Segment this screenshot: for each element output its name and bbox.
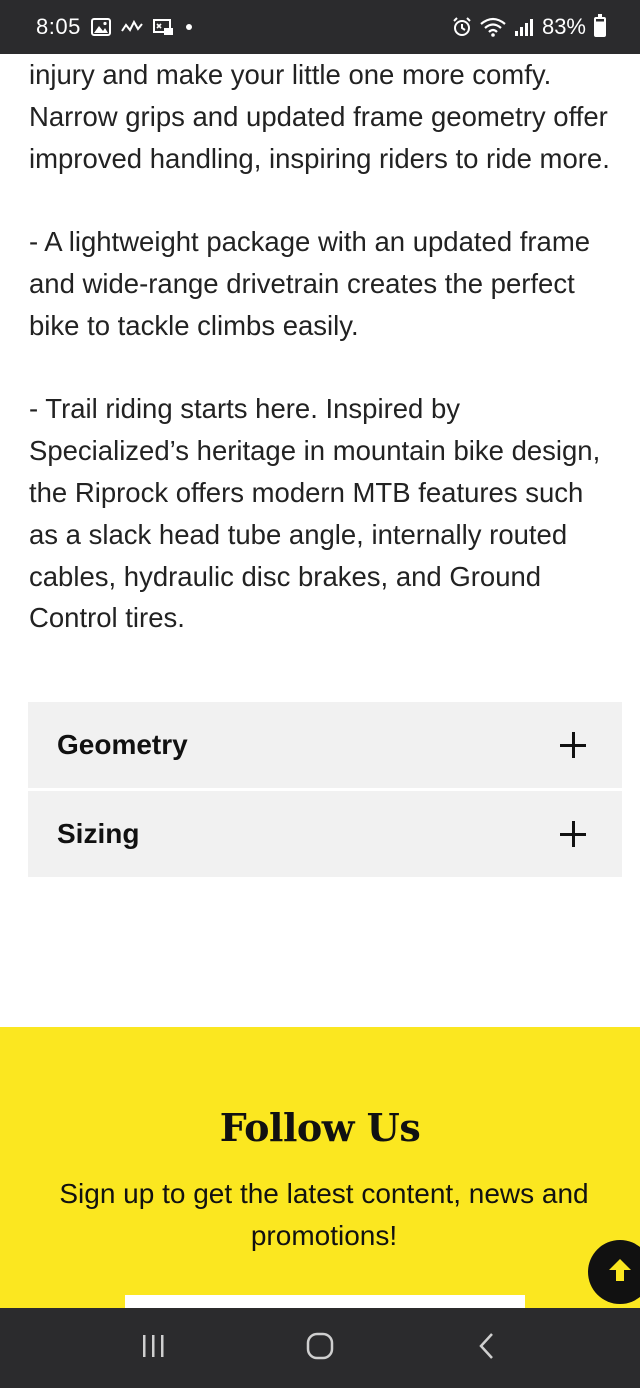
accordion-label: Sizing: [57, 818, 140, 849]
status-time: 8:05: [36, 14, 81, 39]
back-icon: [477, 1332, 497, 1365]
follow-title: Follow Us: [219, 1105, 421, 1150]
geometry-accordion[interactable]: Geometry: [28, 702, 622, 788]
plus-icon[interactable]: [560, 732, 586, 758]
sizing-accordion[interactable]: Sizing: [28, 791, 622, 877]
status-left: 8:05: [36, 14, 193, 40]
wifi-icon: [480, 16, 506, 38]
image-icon: [90, 16, 111, 38]
status-right: 83%: [452, 14, 606, 40]
description-paragraph: - Trail riding starts here. Inspired by …: [29, 393, 601, 634]
status-bar: 8:05 83%: [0, 0, 640, 54]
cast-icon: [152, 16, 175, 38]
back-button[interactable]: [457, 1318, 517, 1378]
accordion-label: Geometry: [57, 729, 188, 760]
dot-icon: [185, 16, 193, 38]
home-icon: [306, 1332, 334, 1365]
home-button[interactable]: [290, 1318, 350, 1378]
follow-subtitle: Sign up to get the latest content, news …: [59, 1178, 589, 1251]
signal-activity-icon: [120, 16, 143, 38]
product-description: injury and make your little one more com…: [29, 54, 619, 639]
alarm-icon: [452, 16, 472, 38]
description-paragraph: injury and make your little one more com…: [29, 59, 610, 174]
system-nav-bar: [0, 1308, 640, 1388]
recent-apps-button[interactable]: [123, 1318, 183, 1378]
arrow-up-icon: [606, 1256, 634, 1289]
follow-us-section: Follow Us Sign up to get the latest cont…: [0, 1027, 640, 1308]
battery-percent: 83%: [541, 14, 586, 39]
cellular-signal-icon: [514, 16, 534, 38]
battery-icon: [594, 14, 606, 37]
email-input[interactable]: [125, 1295, 525, 1308]
description-paragraph: - A lightweight package with an updated …: [29, 226, 591, 341]
recent-apps-icon: [139, 1334, 167, 1363]
plus-icon[interactable]: [560, 821, 586, 847]
